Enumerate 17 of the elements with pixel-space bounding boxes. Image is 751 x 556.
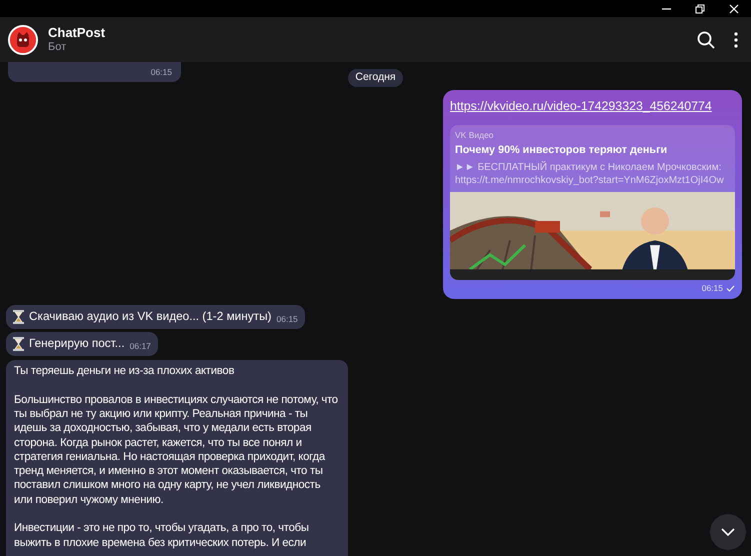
- message-paragraph: Инвестиции - это не про то, чтобы угадать, а про то, чтобы выжить в плохие времена без критических потерь. И если: [14, 521, 310, 550]
- message-time: 06:15: [276, 313, 298, 326]
- preview-site: VK Видео: [455, 128, 495, 142]
- preview-title: Почему 90% инвесторов теряют деньги: [455, 142, 668, 158]
- message-paragraph: Большинство провалов в инвестициях случаются не потому, что ты выбрал не ту акцию или крипту. Реальная причина - ты идешь за доходностью, забывая, что у медали есть вторая сторона. Когда рынок растет, кажется, что ты все понял и стратегия гениальна. Но настоящая проверка приходит, когда тренд меняется, и именно в этот момент оказывается, что ты поставил слишком много на одну карту, не учел ликвидность или поверил чужому мнению.: [14, 392, 339, 507]
- message-time: 06:17: [130, 340, 151, 353]
- preview-description: ►► БЕСПЛАТНЫЙ практикум с Николаем Мрочковским: https://t.me/nmrochkovskiy_bot?start=YnM6ZjoxMzt1OjI4Ow: [455, 160, 725, 187]
- message-time: 06:15: [702, 282, 723, 294]
- message-text: Скачиваю аудио из VK видео... (1-2 минуты): [29, 308, 272, 326]
- message-text: Генерирую пост...: [29, 335, 125, 352]
- link-preview[interactable]: VK Видео Почему 90% инвесторов теряют деньги ►► БЕСПЛАТНЫЙ практикум с Николаем Мрочковским: https://t.me/nmrochkovskiy_bot?start=YnM6ZjoxMzt1OjI4Ow: [450, 124, 735, 280]
- chat-subtitle: Бот: [48, 40, 68, 54]
- message-time: 06:15: [150, 66, 172, 79]
- chat-title: ChatPost: [48, 25, 106, 40]
- message-paragraph: Ты теряешь деньги не из-за плохих активов: [14, 364, 236, 378]
- message-link[interactable]: https://vkvideo.ru/video-174293323_456240774: [450, 96, 712, 116]
- date-label: Сегодня: [348, 69, 403, 87]
